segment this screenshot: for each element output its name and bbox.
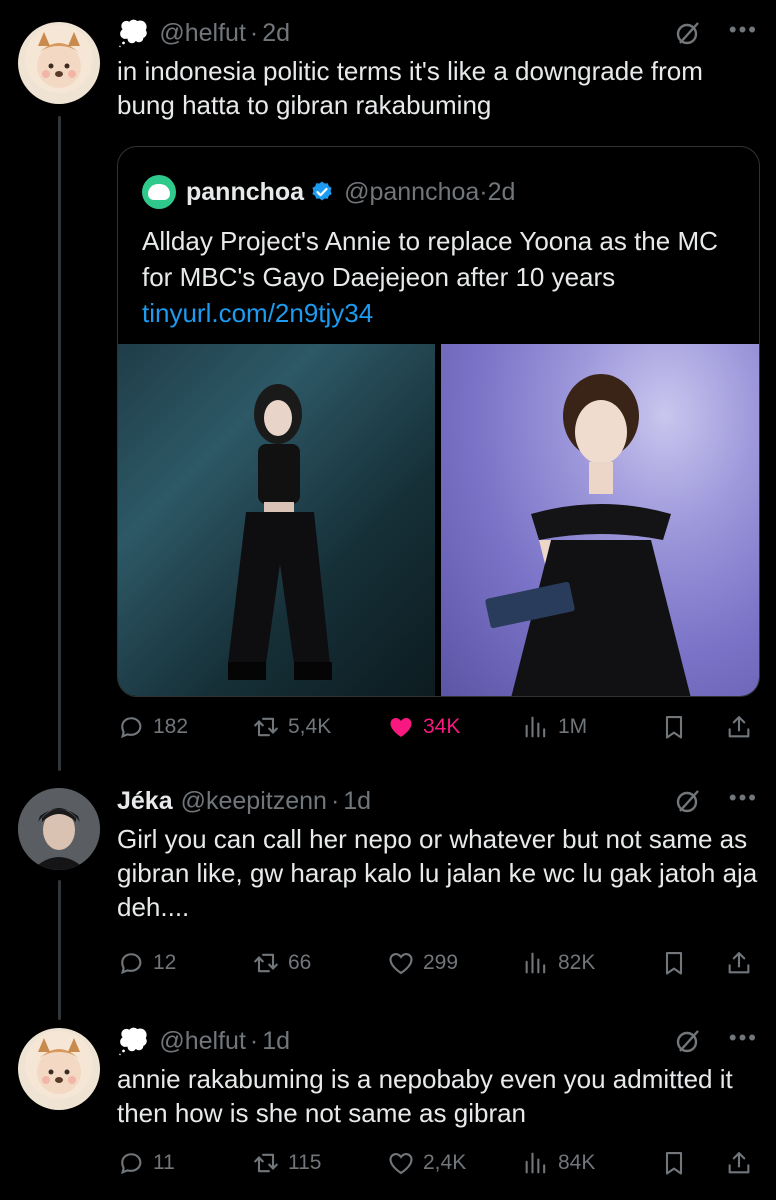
grok-icon[interactable]	[675, 1028, 701, 1054]
tweet-header: 💭 @helfut · 2d	[117, 14, 758, 52]
tweet[interactable]: Jéka @keepitzenn · 1d ••• Girl you can c…	[0, 770, 776, 1000]
bookmark-button[interactable]	[660, 713, 688, 741]
avatar[interactable]	[18, 788, 100, 870]
separator-dot: ·	[249, 18, 259, 47]
retweet-icon	[254, 1153, 278, 1173]
bookmark-icon	[665, 1152, 683, 1175]
like-button[interactable]: 299	[387, 949, 458, 977]
photo-yoona[interactable]	[441, 344, 759, 696]
user-name[interactable]: Jéka	[117, 787, 173, 816]
quote-author-name: pannchoa	[186, 177, 305, 206]
tweet-time[interactable]: 2d	[262, 19, 290, 48]
quote-text-block: Allday Project's Annie to replace Yoona …	[142, 223, 743, 331]
views-icon	[525, 1152, 546, 1174]
avatar[interactable]	[18, 1028, 100, 1110]
photo-annie[interactable]	[118, 344, 435, 696]
quote-header: pannchoa @pannchoa · 2d	[142, 175, 515, 209]
share-icon	[728, 716, 750, 738]
retweet-icon	[254, 717, 278, 737]
separator-dot: ·	[330, 786, 340, 815]
user-handle[interactable]: @helfut	[159, 19, 246, 48]
views-button[interactable]: 84K	[522, 1149, 595, 1177]
tweet-header: 💭 @helfut · 1d	[117, 1022, 758, 1060]
views-count: 82K	[558, 951, 596, 974]
heart-filled-icon	[390, 718, 412, 737]
tweet[interactable]: 💭 @helfut · 2d ••• in indonesia politic …	[0, 0, 776, 760]
reply-icon	[121, 953, 142, 975]
tweet-actions: 182 5,4K 34K 1M	[117, 707, 758, 747]
tweet-actions: 12 66 299 82K	[117, 943, 758, 983]
separator-dot: ·	[479, 177, 488, 206]
retweet-count: 66	[288, 951, 312, 974]
tweet-text: in indonesia politic terms it's like a d…	[117, 56, 703, 120]
retweet-button[interactable]: 66	[252, 949, 311, 977]
reply-count: 12	[153, 951, 177, 974]
views-icon	[525, 952, 546, 974]
like-button[interactable]: 34K	[387, 713, 460, 741]
share-icon	[728, 952, 750, 974]
verified-badge-icon	[312, 181, 332, 201]
tweet-text: Girl you can call her nepo or whatever b…	[117, 824, 758, 922]
tweet-header: Jéka @keepitzenn · 1d	[117, 782, 758, 820]
more-icon[interactable]: •••	[729, 19, 758, 41]
heart-icon	[389, 952, 413, 975]
heart-icon	[389, 1152, 413, 1175]
retweet-icon	[254, 953, 278, 973]
share-icon	[728, 1152, 750, 1174]
views-button[interactable]: 1M	[522, 713, 587, 741]
user-handle[interactable]: @helfut	[159, 1027, 246, 1056]
quote-text: Allday Project's Annie to replace Yoona …	[142, 226, 718, 292]
reply-count: 182	[153, 715, 189, 738]
quote-link[interactable]: tinyurl.com/2n9tjy34	[142, 295, 743, 331]
like-count: 34K	[423, 715, 461, 738]
quote-time: 2d	[487, 177, 516, 206]
bookmark-button[interactable]	[660, 949, 688, 977]
tweet-time[interactable]: 1d	[262, 1027, 290, 1056]
reply-button[interactable]: 12	[117, 949, 176, 977]
avatar[interactable]	[18, 22, 100, 104]
like-count: 299	[423, 951, 459, 974]
views-icon	[525, 716, 546, 738]
tweet-time[interactable]: 1d	[343, 787, 371, 816]
quote-avatar	[142, 175, 176, 209]
like-button[interactable]: 2,4K	[387, 1149, 466, 1177]
user-handle[interactable]: @keepitzenn	[181, 787, 327, 816]
share-button[interactable]	[725, 713, 753, 741]
tweet-text: annie rakabuming is a nepobaby even you …	[117, 1064, 733, 1128]
quote-author-handle: @pannchoa	[344, 177, 480, 206]
retweet-count: 5,4K	[288, 715, 332, 738]
views-button[interactable]: 82K	[522, 949, 595, 977]
retweet-button[interactable]: 5,4K	[252, 713, 331, 741]
more-icon[interactable]: •••	[729, 1027, 758, 1049]
quote-tweet-card[interactable]: pannchoa @pannchoa · 2d Allday Project's…	[117, 146, 760, 697]
like-count: 2,4K	[423, 1151, 467, 1174]
bookmark-icon	[665, 952, 683, 975]
grok-icon[interactable]	[675, 20, 701, 46]
reply-icon	[121, 717, 142, 739]
more-icon[interactable]: •••	[729, 787, 758, 809]
thought-balloon-icon: 💭	[117, 17, 150, 48]
tweet[interactable]: 💭 @helfut · 1d ••• annie rakabuming is a…	[0, 1010, 776, 1200]
tweet-actions: 11 115 2,4K 84K	[117, 1143, 758, 1183]
bookmark-icon	[665, 716, 683, 739]
retweet-count: 115	[288, 1151, 322, 1174]
thought-balloon-icon: 💭	[117, 1025, 150, 1056]
reply-button[interactable]: 11	[117, 1149, 175, 1177]
grok-icon[interactable]	[675, 788, 701, 814]
bookmark-button[interactable]	[660, 1149, 688, 1177]
share-button[interactable]	[725, 1149, 753, 1177]
views-count: 1M	[558, 715, 588, 738]
separator-dot: ·	[249, 1026, 259, 1055]
share-button[interactable]	[725, 949, 753, 977]
retweet-button[interactable]: 115	[252, 1149, 321, 1177]
reply-button[interactable]: 182	[117, 713, 188, 741]
thread-view: 💭 @helfut · 2d ••• in indonesia politic …	[0, 0, 776, 1200]
reply-count: 11	[153, 1151, 175, 1174]
views-count: 84K	[558, 1151, 596, 1174]
reply-icon	[121, 1153, 142, 1175]
